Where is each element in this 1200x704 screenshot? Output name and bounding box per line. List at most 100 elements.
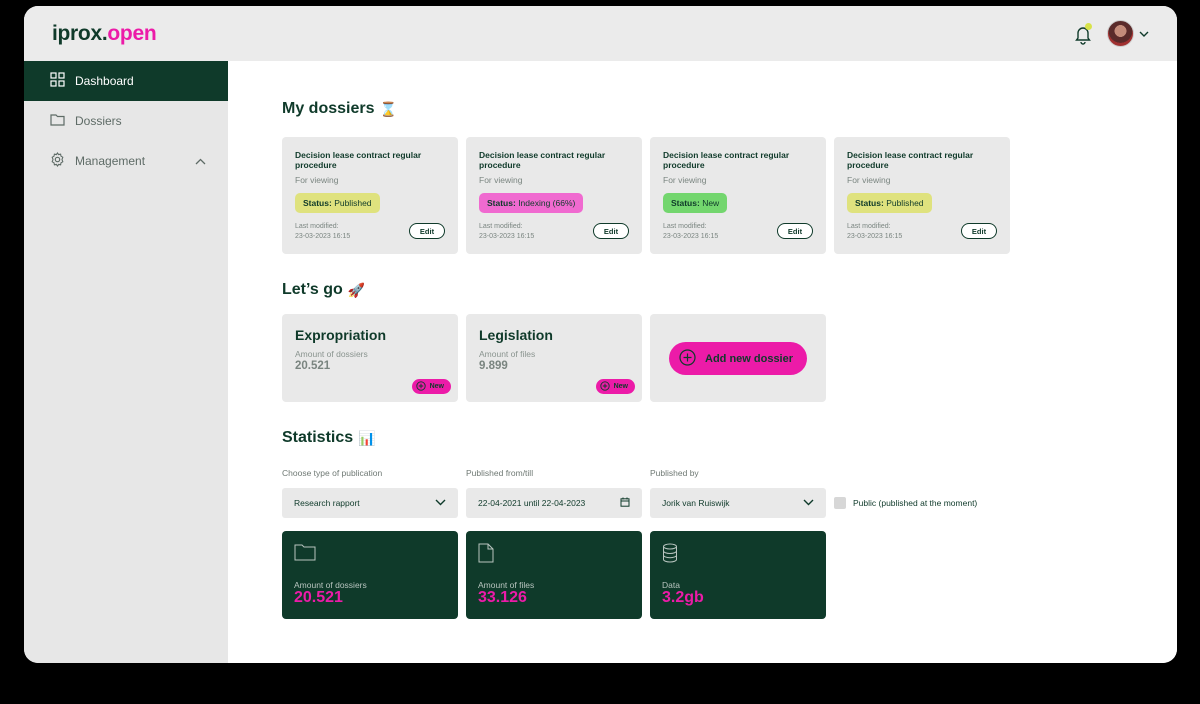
edit-button[interactable]: Edit (593, 223, 629, 239)
stat-card-files: Amount of files 33.126 (466, 531, 642, 619)
chevron-down-icon (803, 498, 814, 508)
category-count-label: Amount of files (479, 349, 536, 359)
sidebar-item-management[interactable]: Management (24, 141, 228, 181)
add-new-dossier-label: Add new dossier (705, 352, 794, 365)
publication-type-label: Choose type of publication (282, 468, 383, 478)
dossier-card[interactable]: Decision lease contract regular procedur… (834, 137, 1010, 254)
last-modified-label: Last modified: (295, 223, 339, 230)
sidebar-item-label: Management (75, 154, 146, 168)
stat-card-data: Data 3.2gb (650, 531, 826, 619)
category-count-label: Amount of dossiers (295, 349, 368, 359)
public-checkbox[interactable] (834, 497, 846, 509)
last-modified: Last modified: 23-03-2023 16:15 (663, 222, 718, 242)
gear-icon (50, 152, 65, 170)
last-modified: Last modified: 23-03-2023 16:15 (479, 222, 534, 242)
folder-icon (50, 113, 65, 129)
file-icon (478, 543, 494, 567)
chevron-down-icon (435, 498, 446, 508)
dossier-card[interactable]: Decision lease contract regular procedur… (650, 137, 826, 254)
user-menu[interactable] (1107, 20, 1149, 47)
stat-value: 20.521 (294, 589, 343, 606)
category-card-legislation[interactable]: Legislation Amount of files 9.899 New (466, 314, 642, 402)
last-modified-label: Last modified: (847, 223, 891, 230)
publication-type-select[interactable]: Research rapport (282, 488, 458, 518)
section-title-text: My dossiers (282, 100, 375, 117)
date-range-value: 22-04-2021 until 22-04-2023 (478, 498, 586, 508)
dossier-subtitle: For viewing (295, 175, 339, 185)
dossier-subtitle: For viewing (847, 175, 891, 185)
category-title: Expropriation (295, 327, 387, 343)
logo-text-dark: iprox. (52, 21, 108, 45)
add-new-dossier-button[interactable]: Add new dossier (669, 342, 807, 375)
dossier-subtitle: For viewing (663, 175, 707, 185)
status-label: Status: (855, 198, 884, 208)
status-value: Published (886, 198, 924, 208)
stat-value: 33.126 (478, 589, 527, 606)
new-button-label: New (613, 383, 628, 390)
dossier-title: Decision lease contract regular procedur… (847, 150, 974, 170)
sidebar-item-dossiers[interactable]: Dossiers (24, 101, 228, 141)
section-title-text: Statistics (282, 429, 354, 446)
dossier-title: Decision lease contract regular procedur… (663, 150, 790, 170)
new-button[interactable]: New (595, 379, 635, 394)
last-modified-label: Last modified: (663, 223, 707, 230)
my-dossiers-title: My dossiers ⌛ (282, 100, 397, 118)
calendar-icon[interactable] (620, 497, 630, 509)
published-by-value: Jorik van Ruiswijk (662, 498, 730, 508)
status-badge: Status: Published (847, 193, 932, 213)
folder-icon (294, 544, 316, 565)
last-modified-value: 23-03-2023 16:15 (479, 233, 535, 240)
last-modified-value: 23-03-2023 16:15 (663, 233, 719, 240)
top-bar: iprox.open (24, 6, 1177, 61)
status-value: Indexing (66%) (518, 198, 576, 208)
database-icon (662, 543, 678, 567)
sidebar-item-label: Dossiers (75, 114, 122, 128)
chevron-down-icon (1139, 25, 1149, 43)
status-badge: Status: Indexing (66%) (479, 193, 584, 213)
sidebar-item-label: Dashboard (75, 74, 134, 88)
avatar (1107, 20, 1134, 47)
app-window: iprox.open Dashboard Dossiers Management… (24, 6, 1177, 663)
dossier-title: Decision lease contract regular procedur… (479, 150, 606, 170)
stat-card-dossiers: Amount of dossiers 20.521 (282, 531, 458, 619)
public-filter: Public (published at the moment) (834, 497, 977, 509)
stat-value: 3.2gb (662, 589, 704, 606)
edit-button[interactable]: Edit (961, 223, 997, 239)
app-logo[interactable]: iprox.open (52, 21, 157, 46)
edit-button[interactable]: Edit (777, 223, 813, 239)
dossier-title: Decision lease contract regular procedur… (295, 150, 422, 170)
category-title: Legislation (479, 327, 553, 343)
lets-go-title: Let’s go 🚀 (282, 281, 365, 299)
published-by-select[interactable]: Jorik van Ruiswijk (650, 488, 826, 518)
category-card-expropriation[interactable]: Expropriation Amount of dossiers 20.521 … (282, 314, 458, 402)
plus-circle-icon (599, 380, 610, 393)
status-value: New (702, 198, 720, 208)
last-modified-label: Last modified: (479, 223, 523, 230)
date-range-input[interactable]: 22-04-2021 until 22-04-2023 (466, 488, 642, 518)
plus-circle-icon (415, 380, 426, 393)
add-dossier-card: Add new dossier (650, 314, 826, 402)
status-badge: Status: Published (295, 193, 380, 213)
bell-icon[interactable] (1073, 22, 1093, 45)
status-value: Published (334, 198, 372, 208)
dossier-card[interactable]: Decision lease contract regular procedur… (466, 137, 642, 254)
last-modified-value: 23-03-2023 16:15 (295, 233, 351, 240)
edit-button[interactable]: Edit (409, 223, 445, 239)
dossier-card[interactable]: Decision lease contract regular procedur… (282, 137, 458, 254)
status-label: Status: (671, 198, 700, 208)
published-date-label: Published from/till (466, 468, 534, 478)
public-checkbox-label: Public (published at the moment) (853, 498, 978, 508)
last-modified: Last modified: 23-03-2023 16:15 (847, 222, 902, 242)
rocket-icon: 🚀 (347, 281, 366, 298)
statistics-title: Statistics 📊 (282, 429, 376, 447)
notification-dot (1085, 22, 1092, 30)
dossier-subtitle: For viewing (479, 175, 523, 185)
chevron-up-icon[interactable] (195, 154, 206, 168)
new-button[interactable]: New (411, 379, 451, 394)
last-modified-value: 23-03-2023 16:15 (847, 233, 903, 240)
last-modified: Last modified: 23-03-2023 16:15 (295, 222, 350, 242)
category-count-value: 9.899 (479, 360, 508, 372)
grid-icon (50, 72, 65, 90)
sidebar-item-dashboard[interactable]: Dashboard (24, 61, 228, 101)
plus-circle-icon (679, 348, 696, 369)
